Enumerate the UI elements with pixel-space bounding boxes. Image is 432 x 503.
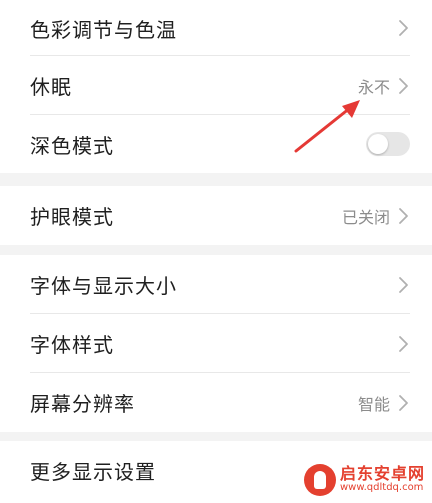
chevron-right-icon <box>399 335 408 352</box>
settings-group-font: 字体与显示大小 字体样式 屏幕分辨率 智能 <box>0 255 432 432</box>
red-arrow-icon <box>294 100 360 153</box>
chevron-right-icon <box>399 77 408 94</box>
settings-row-font-size[interactable]: 字体与显示大小 <box>0 255 432 314</box>
settings-row-font-style[interactable]: 字体样式 <box>0 314 432 373</box>
settings-row-value: 智能 <box>357 394 390 414</box>
chevron-right-icon <box>399 276 408 293</box>
watermark-text: 启东安卓网 www.qdltdq.com <box>340 466 425 493</box>
settings-row-value: 已关闭 <box>341 207 390 227</box>
settings-row-screen-resolution[interactable]: 屏幕分辨率 智能 <box>0 373 432 432</box>
settings-row-dark-mode[interactable]: 深色模式 <box>0 115 432 173</box>
chevron-right-icon <box>399 20 408 36</box>
display-settings-screen: 色彩调节与色温 休眠 永不 深色模式 护眼模式 已关闭 字体与显示大小 字体样式… <box>0 0 432 503</box>
settings-row-label: 护眼模式 <box>30 205 114 229</box>
settings-row-label: 字体与显示大小 <box>30 274 177 298</box>
watermark-title: 启东安卓网 <box>340 464 426 484</box>
settings-row-label: 屏幕分辨率 <box>30 392 135 416</box>
settings-row-value: 永不 <box>357 77 390 97</box>
settings-row-color-temperature[interactable]: 色彩调节与色温 <box>0 0 432 56</box>
settings-row-label: 字体样式 <box>30 333 114 357</box>
chevron-right-icon <box>399 394 408 411</box>
chevron-right-icon <box>399 207 408 224</box>
toggle-knob <box>368 134 388 154</box>
settings-row-sleep[interactable]: 休眠 永不 <box>0 56 432 115</box>
dark-mode-toggle[interactable] <box>366 132 410 156</box>
watermark: 启东安卓网 www.qdltdq.com <box>300 457 432 503</box>
watermark-logo-icon <box>304 464 336 496</box>
watermark-url: www.qdltdq.com <box>340 482 424 494</box>
settings-group-eye-comfort: 护眼模式 已关闭 <box>0 186 432 245</box>
settings-group-display: 色彩调节与色温 休眠 永不 深色模式 <box>0 0 432 173</box>
settings-row-eye-comfort[interactable]: 护眼模式 已关闭 <box>0 186 432 245</box>
settings-row-label: 色彩调节与色温 <box>30 17 177 42</box>
